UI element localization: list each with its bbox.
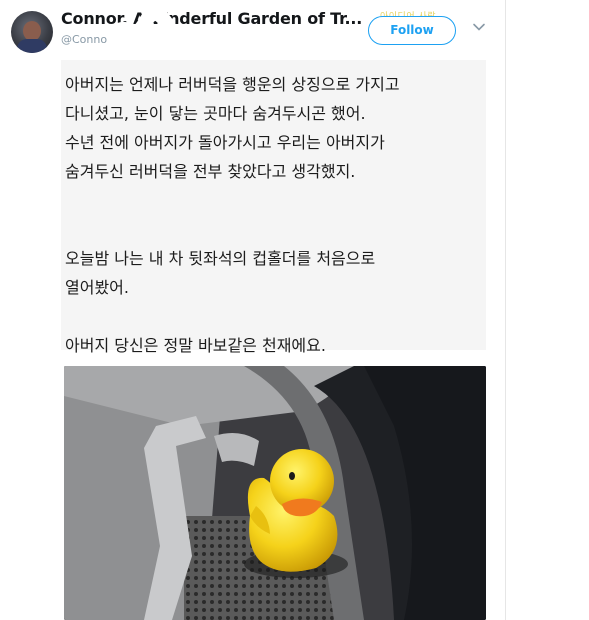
tweet-line-5: 오늘밤 나는 내 차 뒷좌석의 컵홀더를 처음으로 <box>65 249 376 268</box>
tweet-line-6: 열어봤어. <box>65 278 129 297</box>
author-handle[interactable]: @Conno <box>61 33 107 46</box>
tweet-line-2: 다니셨고, 눈이 닿는 곳마다 숨겨두시곤 했어. <box>65 104 366 123</box>
chevron-down-icon[interactable] <box>472 20 486 34</box>
tweet-line-1: 아버지는 언제나 러버덕을 행운의 상징으로 가지고 <box>65 75 400 94</box>
tweet-photo[interactable] <box>64 366 486 620</box>
tweet-text: 아버지는 언제나 러버덕을 행운의 상징으로 가지고 다니셨고, 눈이 닿는 곳… <box>65 70 495 360</box>
tweet-line-4: 숨겨두신 러버덕을 전부 찾았다고 생각했지. <box>65 162 356 181</box>
avatar[interactable] <box>11 11 53 53</box>
tweet-card: Connor, A Wnderful Garden of Tr... @Conn… <box>0 0 506 620</box>
follow-button[interactable]: Follow <box>368 16 456 45</box>
author-name[interactable]: Connor, A Wnderful Garden of Tr... <box>61 9 362 28</box>
author-name-obscured: nderful <box>168 9 233 28</box>
avatar-face <box>23 21 41 41</box>
avatar-shirt <box>17 39 47 53</box>
tweet-line-3: 수년 전에 아버지가 돌아가시고 우리는 아버지가 <box>65 133 385 152</box>
duck-eye <box>289 472 295 480</box>
author-name-end: Garden of Tr... <box>237 9 363 28</box>
tweet-header: Connor, A Wnderful Garden of Tr... @Conn… <box>0 0 505 60</box>
photo-scene <box>64 366 486 620</box>
tweet-line-7: 아버지 당신은 정말 바보같은 천재에요. <box>65 336 326 355</box>
redaction-scribble <box>112 12 174 46</box>
